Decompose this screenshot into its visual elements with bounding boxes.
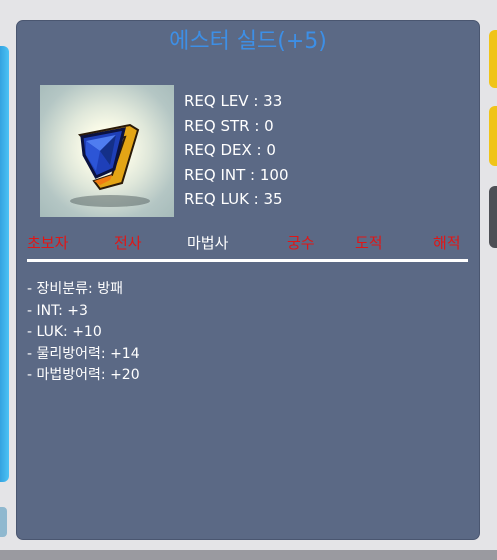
stat-luk: - LUK: +10 — [27, 324, 102, 340]
req-luk: REQ LUK : 35 — [184, 190, 283, 208]
job-pirate: 해적 — [433, 234, 461, 252]
item-tooltip: 에스터 실드(+5) REQ LEV : 33 REQ STR : 0 REQ … — [16, 20, 480, 540]
job-list: 초보자 전사 마법사 궁수 도적 해적 — [27, 233, 467, 253]
job-magician: 마법사 — [187, 234, 229, 252]
left-side-button[interactable] — [0, 507, 7, 537]
requirements-list: REQ LEV : 33 REQ STR : 0 REQ DEX : 0 REQ… — [184, 89, 289, 212]
left-side-panel — [0, 46, 9, 482]
screen: 에스터 실드(+5) REQ LEV : 33 REQ STR : 0 REQ … — [0, 0, 497, 560]
divider — [27, 259, 468, 262]
job-warrior: 전사 — [114, 234, 142, 252]
req-int: REQ INT : 100 — [184, 165, 289, 184]
job-beginner: 초보자 — [27, 234, 69, 252]
right-side-tab-1[interactable] — [489, 30, 497, 88]
bottom-bar — [0, 550, 497, 560]
blue-shield-icon — [40, 85, 174, 217]
job-archer: 궁수 — [287, 234, 315, 252]
stat-int: - INT: +3 — [27, 302, 88, 319]
stat-category: - 장비분류: 방패 — [27, 281, 123, 297]
stat-magic-defense: - 마법방어력: +20 — [27, 367, 140, 383]
right-side-tab-3[interactable] — [489, 186, 497, 248]
job-thief: 도적 — [355, 234, 383, 252]
item-stats: - 장비분류: 방패 - INT: +3 - LUK: +10 - 물리방어력:… — [27, 279, 140, 387]
right-side-tab-2[interactable] — [489, 106, 497, 166]
item-name: 에스터 실드(+5) — [169, 29, 327, 54]
stat-physical-defense: - 물리방어력: +14 — [27, 345, 140, 362]
req-level: REQ LEV : 33 — [184, 92, 283, 110]
req-str: REQ STR : 0 — [184, 116, 274, 135]
req-dex: REQ DEX : 0 — [184, 141, 276, 159]
